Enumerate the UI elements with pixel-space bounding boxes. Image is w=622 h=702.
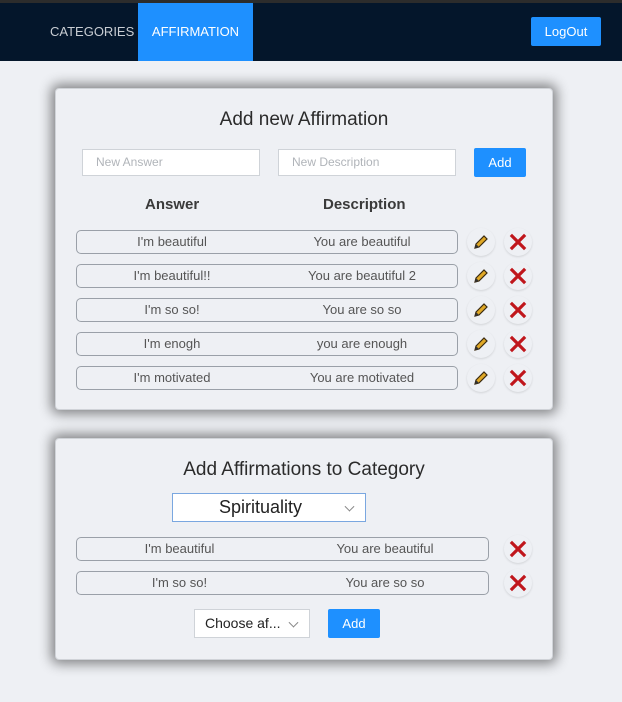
description-cell: You are beautiful bbox=[282, 537, 489, 561]
add-affirmation-card: Add new Affirmation New Answer New Descr… bbox=[55, 88, 553, 410]
answer-cell: I'm so so! bbox=[76, 298, 268, 322]
add-to-category-button[interactable]: Add bbox=[328, 609, 380, 638]
new-answer-input[interactable]: New Answer bbox=[82, 149, 260, 176]
pencil-icon bbox=[474, 337, 488, 351]
answer-cell: I'm enogh bbox=[76, 332, 268, 356]
answer-cell: I'm so so! bbox=[76, 571, 283, 595]
affirmation-row: I'm beautiful!! You are beautiful 2 bbox=[76, 262, 536, 290]
new-description-input[interactable]: New Description bbox=[278, 149, 456, 176]
category-affirmation-row: I'm so so! You are so so bbox=[76, 569, 536, 597]
delete-button[interactable] bbox=[504, 535, 532, 563]
chevron-down-icon bbox=[344, 501, 355, 512]
affirmation-row: I'm so so! You are so so bbox=[76, 296, 536, 324]
category-affirmation-row: I'm beautiful You are beautiful bbox=[76, 535, 536, 563]
card-title: Add new Affirmation bbox=[219, 109, 389, 130]
nav-tab-categories[interactable]: CATEGORIES bbox=[50, 3, 134, 61]
description-cell: You are beautiful bbox=[267, 230, 458, 254]
choose-affirmation-value: Choose af... bbox=[205, 615, 281, 631]
logout-button[interactable]: LogOut bbox=[531, 17, 601, 46]
edit-button[interactable] bbox=[467, 330, 495, 358]
delete-x-icon bbox=[509, 301, 527, 319]
delete-x-icon bbox=[509, 540, 527, 558]
affirmation-row: I'm beautiful You are beautiful bbox=[76, 228, 536, 256]
delete-button[interactable] bbox=[504, 364, 532, 392]
description-cell: You are so so bbox=[282, 571, 489, 595]
pencil-icon bbox=[474, 303, 488, 317]
description-cell: You are so so bbox=[267, 298, 458, 322]
delete-button[interactable] bbox=[504, 296, 532, 324]
answer-cell: I'm beautiful bbox=[76, 537, 283, 561]
delete-button[interactable] bbox=[504, 228, 532, 256]
nav-tab-affirmation[interactable]: AFFIRMATION bbox=[138, 3, 253, 61]
edit-button[interactable] bbox=[467, 296, 495, 324]
affirmation-row: I'm enogh you are enough bbox=[76, 330, 536, 358]
affirmation-row: I'm motivated You are motivated bbox=[76, 364, 536, 392]
delete-button[interactable] bbox=[504, 569, 532, 597]
delete-x-icon bbox=[509, 267, 527, 285]
add-affirmation-button[interactable]: Add bbox=[474, 148, 526, 177]
edit-button[interactable] bbox=[467, 262, 495, 290]
category-affirmations-card: Add Affirmations to Category Spiritualit… bbox=[55, 438, 553, 660]
category-select-value: Spirituality bbox=[219, 497, 303, 517]
top-navbar: CATEGORIES AFFIRMATION LogOut bbox=[0, 0, 622, 61]
delete-x-icon bbox=[509, 369, 527, 387]
pencil-icon bbox=[474, 371, 488, 385]
answer-cell: I'm beautiful bbox=[76, 230, 268, 254]
category-select[interactable]: Spirituality bbox=[172, 493, 366, 522]
answer-cell: I'm beautiful!! bbox=[76, 264, 268, 288]
column-header-answer: Answer bbox=[145, 196, 200, 213]
edit-button[interactable] bbox=[467, 364, 495, 392]
description-cell: You are beautiful 2 bbox=[267, 264, 458, 288]
column-header-description: Description bbox=[323, 196, 406, 213]
edit-button[interactable] bbox=[467, 228, 495, 256]
delete-x-icon bbox=[509, 335, 527, 353]
chevron-down-icon bbox=[288, 617, 299, 628]
answer-cell: I'm motivated bbox=[76, 366, 268, 390]
pencil-icon bbox=[474, 235, 488, 249]
card-title: Add Affirmations to Category bbox=[183, 459, 425, 480]
delete-x-icon bbox=[509, 574, 527, 592]
delete-x-icon bbox=[509, 233, 527, 251]
description-cell: You are motivated bbox=[267, 366, 458, 390]
choose-affirmation-select[interactable]: Choose af... bbox=[194, 609, 310, 638]
delete-button[interactable] bbox=[504, 262, 532, 290]
delete-button[interactable] bbox=[504, 330, 532, 358]
pencil-icon bbox=[474, 269, 488, 283]
description-cell: you are enough bbox=[267, 332, 458, 356]
